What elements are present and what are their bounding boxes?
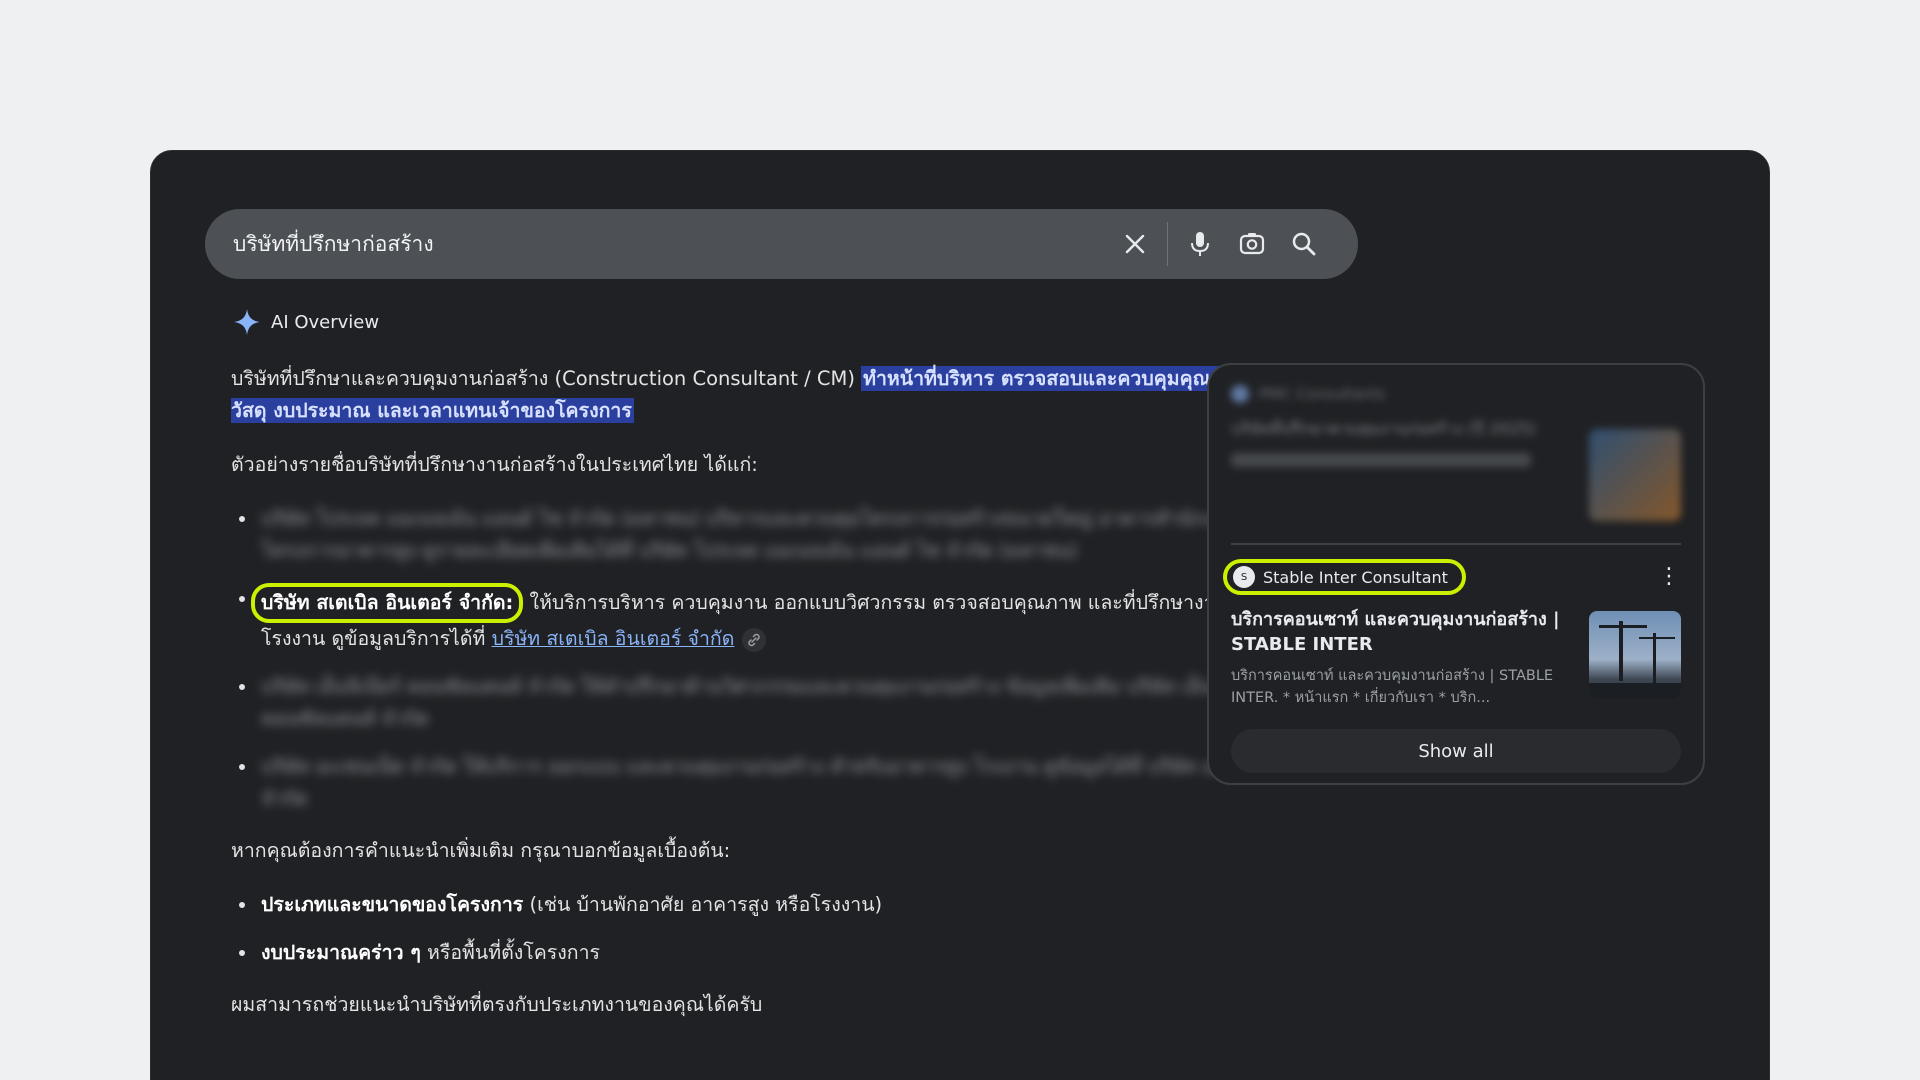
stable-inter-link[interactable]: บริษัท สเตเบิล อินเตอร์ จำกัด xyxy=(492,627,735,650)
tip-bold: งบประมาณคร่าว ๆ xyxy=(261,941,421,964)
intro-paragraph: บริษัทที่ปรึกษาและควบคุมงานก่อสร้าง (Con… xyxy=(231,363,1291,427)
list-item: งบประมาณคร่าว ๆ หรือพื้นที่ตั้งโครงการ xyxy=(231,937,1291,969)
blurred-source-title: บริษัทที่ปรึกษาควบคุมงานก่อสร้าง (ปี 202… xyxy=(1231,419,1537,438)
search-divider xyxy=(1167,222,1168,266)
blurred-source-card[interactable]: PMC Consultants บริษัทที่ปรึกษาควบคุมงาน… xyxy=(1231,385,1681,535)
microphone-icon[interactable] xyxy=(1174,218,1226,270)
show-all-button[interactable]: Show all xyxy=(1231,729,1681,773)
blurred-item-text: บริษัท โปรเจค แมเนจเม้น แอนด์ ไซ จำกัด (… xyxy=(261,507,1279,562)
gemini-sparkle-icon xyxy=(234,309,260,335)
list-item: ประเภทและขนาดของโครงการ (เช่น บ้านพักอาศ… xyxy=(231,889,1291,921)
ai-overview-label: AI Overview xyxy=(271,311,380,333)
favicon-icon: S xyxy=(1233,566,1255,588)
intro-text: บริษัทที่ปรึกษาและควบคุมงานก่อสร้าง (Con… xyxy=(231,367,862,390)
source-header: S Stable Inter Consultant ⋮ xyxy=(1223,557,1681,597)
examples-heading: ตัวอย่างรายชื่อบริษัทที่ปรึกษางานก่อสร้า… xyxy=(231,453,758,476)
tip-text: หรือพื้นที่ตั้งโครงการ xyxy=(420,941,601,964)
list-item: บริษัท เอ็นจิเนียร์ คอนซัลแตนท์ จำกัด ให… xyxy=(231,671,1291,735)
list-item: บริษัท อะเซนเน็ต จำกัด ให้บริการ ออกแบบ … xyxy=(231,751,1291,815)
sources-panel: PMC Consultants บริษัทที่ปรึกษาควบคุมงาน… xyxy=(1207,363,1705,785)
more-info-heading: หากคุณต้องการคำแนะนำเพิ่มเติม กรุณาบอกข้… xyxy=(231,839,731,862)
more-options-icon[interactable]: ⋮ xyxy=(1657,566,1681,588)
source-card[interactable]: บริการคอนเซาท์ และควบคุมงานก่อสร้าง | ST… xyxy=(1231,607,1681,709)
list-item: บริษัท โปรเจค แมเนจเม้น แอนด์ ไซ จำกัด (… xyxy=(231,503,1291,567)
lens-camera-icon[interactable] xyxy=(1226,218,1278,270)
search-input[interactable]: บริษัทที่ปรึกษาก่อสร้าง xyxy=(233,228,1109,261)
construction-thumbnail xyxy=(1589,611,1681,699)
tip-bold: ประเภทและขนาดของโครงการ xyxy=(261,893,524,916)
blurred-source-name: PMC Consultants xyxy=(1259,385,1386,403)
source-card-title[interactable]: บริการคอนเซาท์ และควบคุมงานก่อสร้าง | ST… xyxy=(1231,607,1567,657)
blurred-item-text: บริษัท เอ็นจิเนียร์ คอนซัลแตนท์ จำกัด ให… xyxy=(261,675,1267,730)
ai-overview-content: บริษัทที่ปรึกษาและควบคุมงานก่อสร้าง (Con… xyxy=(231,363,1291,1043)
source-pill[interactable]: S Stable Inter Consultant xyxy=(1223,559,1466,595)
link-chain-icon[interactable] xyxy=(742,627,767,652)
ai-overview-header: AI Overview xyxy=(233,308,379,336)
blurred-item-text: บริษัท อะเซนเน็ต จำกัด ให้บริการ ออกแบบ … xyxy=(261,755,1291,810)
company-name-stable-inter: บริษัท สเตเบิล อินเตอร์ จำกัด: xyxy=(251,583,524,623)
search-bar[interactable]: บริษัทที่ปรึกษาก่อสร้าง xyxy=(205,209,1358,279)
tips-list: ประเภทและขนาดของโครงการ (เช่น บ้านพักอาศ… xyxy=(231,889,1291,969)
company-list: บริษัท โปรเจค แมเนจเม้น แอนด์ ไซ จำกัด (… xyxy=(231,503,1291,815)
card-divider xyxy=(1231,543,1681,545)
search-icon[interactable] xyxy=(1278,218,1330,270)
browser-window: บริษัทที่ปรึกษาก่อสร้าง AI Overview บริษ… xyxy=(150,150,1770,1080)
clear-icon[interactable] xyxy=(1109,218,1161,270)
source-card-snippet: บริการคอนเซาท์ และควบคุมงานก่อสร้าง | ST… xyxy=(1231,668,1554,706)
closing-text: ผมสามารถช่วยแนะนำบริษัทที่ตรงกับประเภทงา… xyxy=(231,993,763,1016)
list-item: บริษัท สเตเบิล อินเตอร์ จำกัด: ให้บริการ… xyxy=(231,583,1291,655)
source-name: Stable Inter Consultant xyxy=(1263,567,1448,587)
tip-text: (เช่น บ้านพักอาศัย อาคารสูง หรือโรงงาน) xyxy=(523,893,883,916)
